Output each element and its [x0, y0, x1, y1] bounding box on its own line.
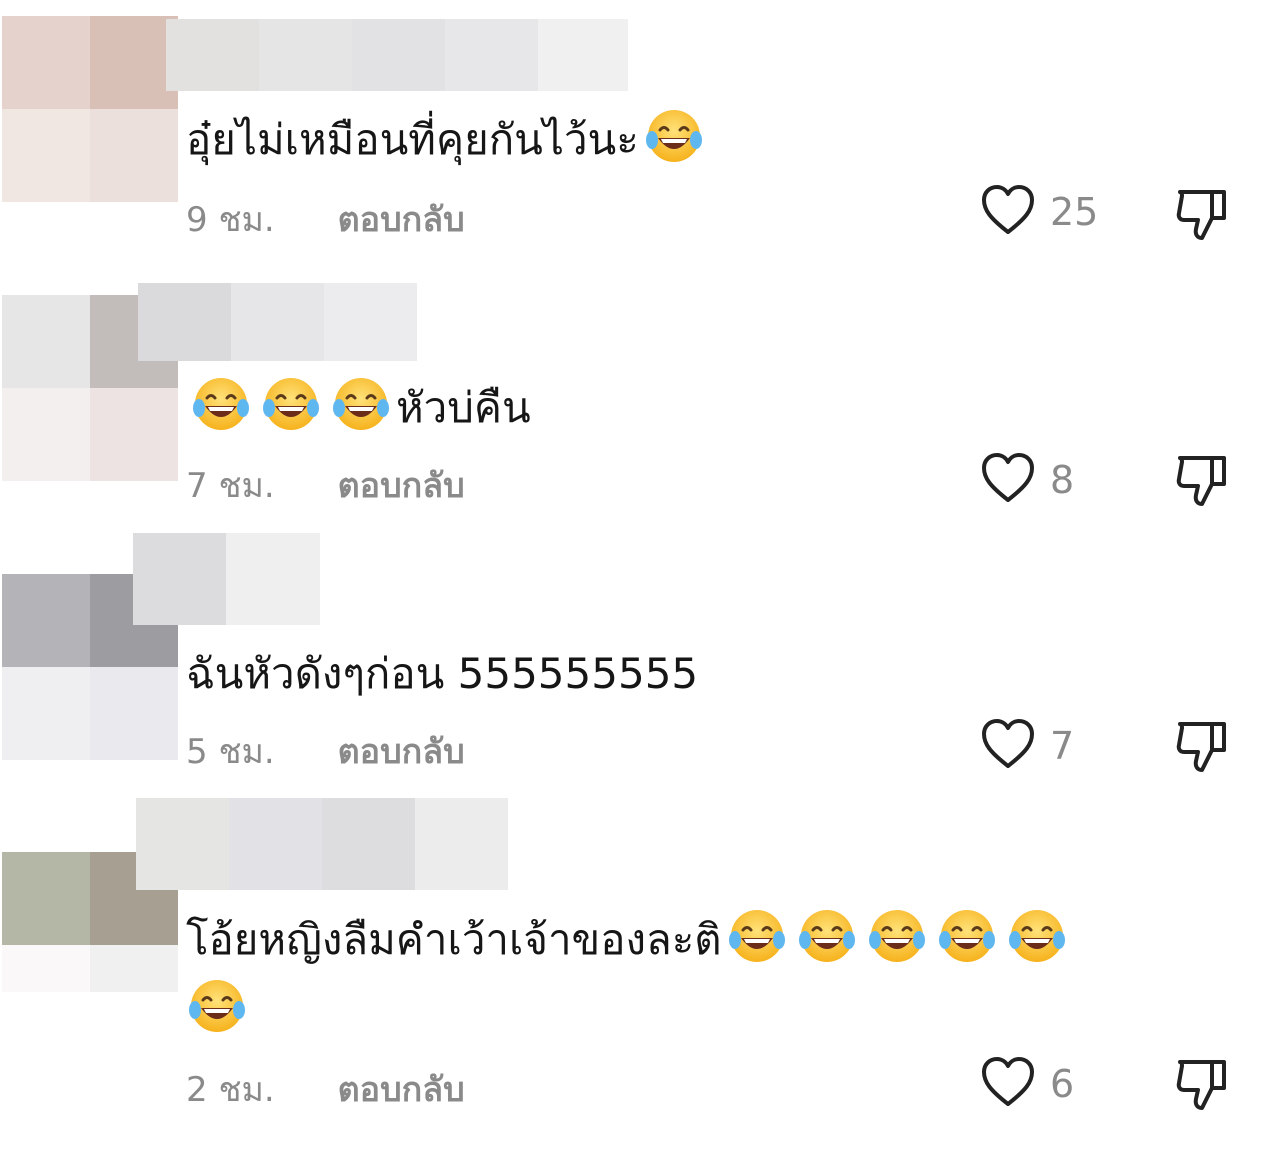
face-with-tears-of-joy-icon [1007, 906, 1067, 966]
thumbs-down-icon [1174, 1060, 1230, 1116]
name-pixel [322, 798, 415, 890]
timestamp: 2 ชม. [186, 1070, 275, 1110]
name-pixel [136, 798, 229, 890]
comment-text: โอ้ยหญิงลืมคำเว้าเจ้าของละติ [186, 906, 1072, 974]
face-with-tears-of-joy-icon [797, 906, 857, 966]
comment-meta: 2 ชม. ตอบกลับ [186, 1062, 465, 1116]
face-with-tears-of-joy-icon [727, 906, 787, 966]
avatar-pixel [2, 852, 90, 945]
reply-button[interactable]: ตอบกลับ [338, 1070, 465, 1110]
like-count: 6 [1050, 1062, 1075, 1106]
face-with-tears-of-joy-icon [187, 976, 247, 1036]
name-pixel [229, 798, 322, 890]
name-pixel [415, 798, 508, 890]
heart-outline-icon [980, 1056, 1036, 1112]
like-button[interactable]: 6 [980, 1056, 1074, 1112]
face-with-tears-of-joy-icon [937, 906, 997, 966]
avatar-pixel [2, 945, 90, 992]
comment-body: โอ้ยหญิงลืมคำเว้าเจ้าของละติ [186, 915, 722, 964]
avatar-pixel [90, 945, 178, 992]
face-with-tears-of-joy-icon [867, 906, 927, 966]
comment-4: โอ้ยหญิงลืมคำเว้าเจ้าของละติ 2 ชม. ตอบกล… [0, 0, 1280, 1149]
dislike-button[interactable] [1174, 1054, 1230, 1116]
comment-text-line-2 [182, 976, 252, 1044]
username-blurred[interactable] [136, 798, 508, 890]
